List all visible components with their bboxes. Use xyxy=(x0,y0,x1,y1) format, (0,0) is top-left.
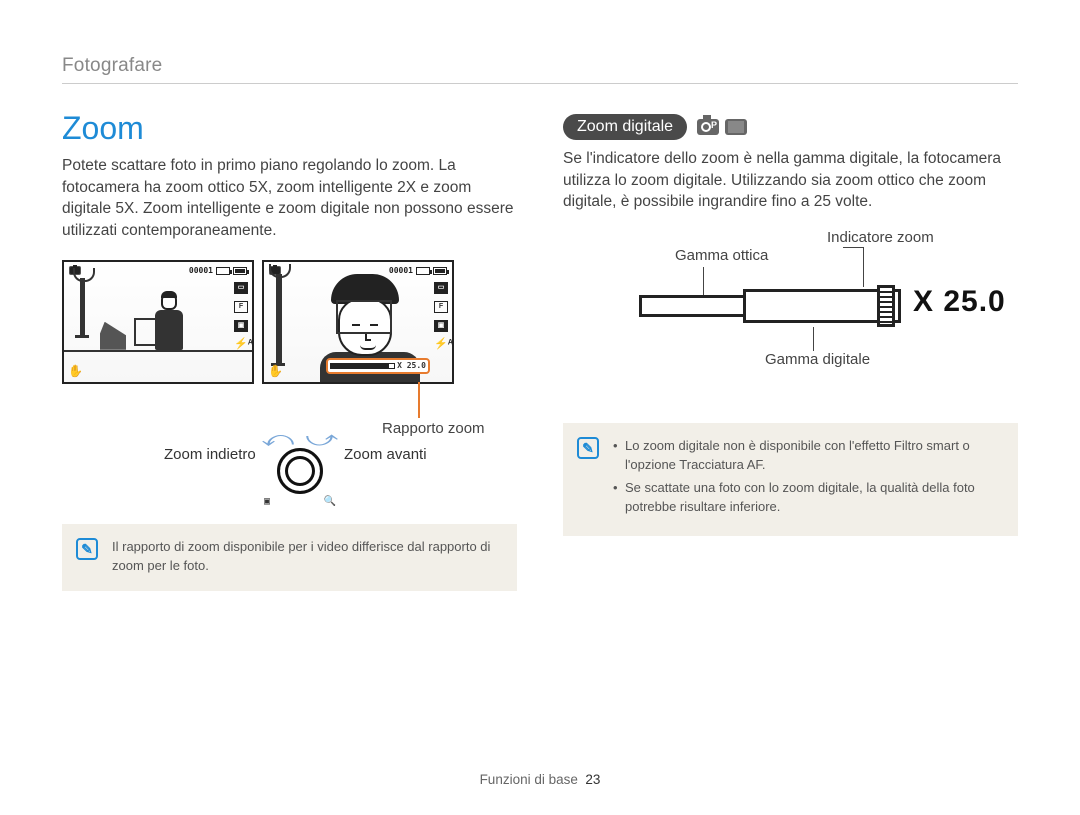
callout-line xyxy=(418,382,420,418)
note-item: Se scattate una foto con lo zoom digital… xyxy=(613,479,1002,517)
heading-zoom-digitale: Zoom digitale xyxy=(563,114,687,140)
scene-mode-icon xyxy=(725,119,747,135)
arrow-left-icon: ⤺ xyxy=(261,426,294,452)
lamp-illustration xyxy=(276,274,282,366)
mode-icons: P xyxy=(697,119,747,135)
stabilizer-icon: ✋ xyxy=(68,364,83,378)
label-rapporto-zoom: Rapporto zoom xyxy=(382,420,485,437)
background-shape xyxy=(100,322,126,350)
quality-icon: F xyxy=(434,301,448,313)
focus-square xyxy=(336,300,392,334)
focus-square xyxy=(134,318,176,346)
label-gamma-digitale: Gamma digitale xyxy=(765,351,870,368)
note-icon: ✎ xyxy=(577,437,599,459)
lamp-illustration xyxy=(80,278,85,338)
wide-icon: ▣ xyxy=(264,496,270,507)
page-number: 23 xyxy=(585,772,600,787)
lcd-wide: 00001 ▭ F ▣ ⚡ᴬ ✋ xyxy=(62,260,254,384)
arrow-right-icon: ⤻ xyxy=(306,426,339,452)
left-column: Zoom Potete scattare foto in primo piano… xyxy=(62,110,517,591)
right-column: Zoom digitale P Se l'indicatore dello zo… xyxy=(563,110,1018,591)
zoom-multiplier: X 25.0 xyxy=(913,285,1006,319)
note-item: Lo zoom digitale non è disponibile con l… xyxy=(613,437,1002,475)
zoom-control-diagram: ⤺ ⤻ ▣ 🔍 xyxy=(256,426,344,507)
lcd-zoomed: 00001 ▭ F ▣ ⚡ᴬ X 25.0 xyxy=(262,260,454,384)
zoom-range-diagram: Indicatore zoom Gamma ottica Gamma digit… xyxy=(563,233,1018,383)
zoom-ring-icon xyxy=(277,448,323,494)
horizon-line xyxy=(64,350,252,352)
battery-icon xyxy=(433,267,447,275)
label-zoom-avanti: Zoom avanti xyxy=(344,446,427,463)
note-text: Il rapporto di zoom disponibile per i vi… xyxy=(112,539,490,573)
stabilizer-icon: ✋ xyxy=(268,364,283,378)
digital-zoom-description: Se l'indicatore dello zoom è nella gamma… xyxy=(563,148,1018,213)
size-icon: ▭ xyxy=(234,282,248,294)
note-video-zoom: ✎ Il rapporto di zoom disponibile per i … xyxy=(62,524,517,592)
lcd-screenshots: 00001 ▭ F ▣ ⚡ᴬ ✋ xyxy=(62,260,517,384)
label-indicatore-zoom: Indicatore zoom xyxy=(827,229,934,246)
page-footer: Funzioni di base 23 xyxy=(0,772,1080,787)
zoom-description: Potete scattare foto in primo piano rego… xyxy=(62,155,517,242)
size-icon: ▭ xyxy=(434,282,448,294)
quality-icon: F xyxy=(234,301,248,313)
note-digital-zoom: ✎ Lo zoom digitale non è disponibile con… xyxy=(563,423,1018,536)
battery-icon xyxy=(233,267,247,275)
meter-icon: ▣ xyxy=(234,320,248,332)
heading-zoom: Zoom xyxy=(62,110,517,147)
zoom-ratio-value: X 25.0 xyxy=(397,361,426,370)
breadcrumb: Fotografare xyxy=(62,55,1018,84)
note-icon: ✎ xyxy=(76,538,98,560)
sd-icon xyxy=(416,267,430,275)
zoom-ratio-bar: X 25.0 xyxy=(326,358,430,374)
sd-icon xyxy=(216,267,230,275)
tele-icon: 🔍 xyxy=(324,496,336,507)
zoom-callouts: Rapporto zoom Zoom indietro Zoom avanti … xyxy=(62,390,517,500)
flash-icon: ⚡ᴬ xyxy=(434,339,448,351)
shot-counter: 00001 xyxy=(189,266,213,275)
zoom-indicator-handle xyxy=(877,285,895,327)
label-gamma-ottica: Gamma ottica xyxy=(675,247,768,264)
camera-mode-icon: P xyxy=(697,119,719,135)
footer-section: Funzioni di base xyxy=(480,772,578,787)
label-zoom-indietro: Zoom indietro xyxy=(164,446,256,463)
meter-icon: ▣ xyxy=(434,320,448,332)
